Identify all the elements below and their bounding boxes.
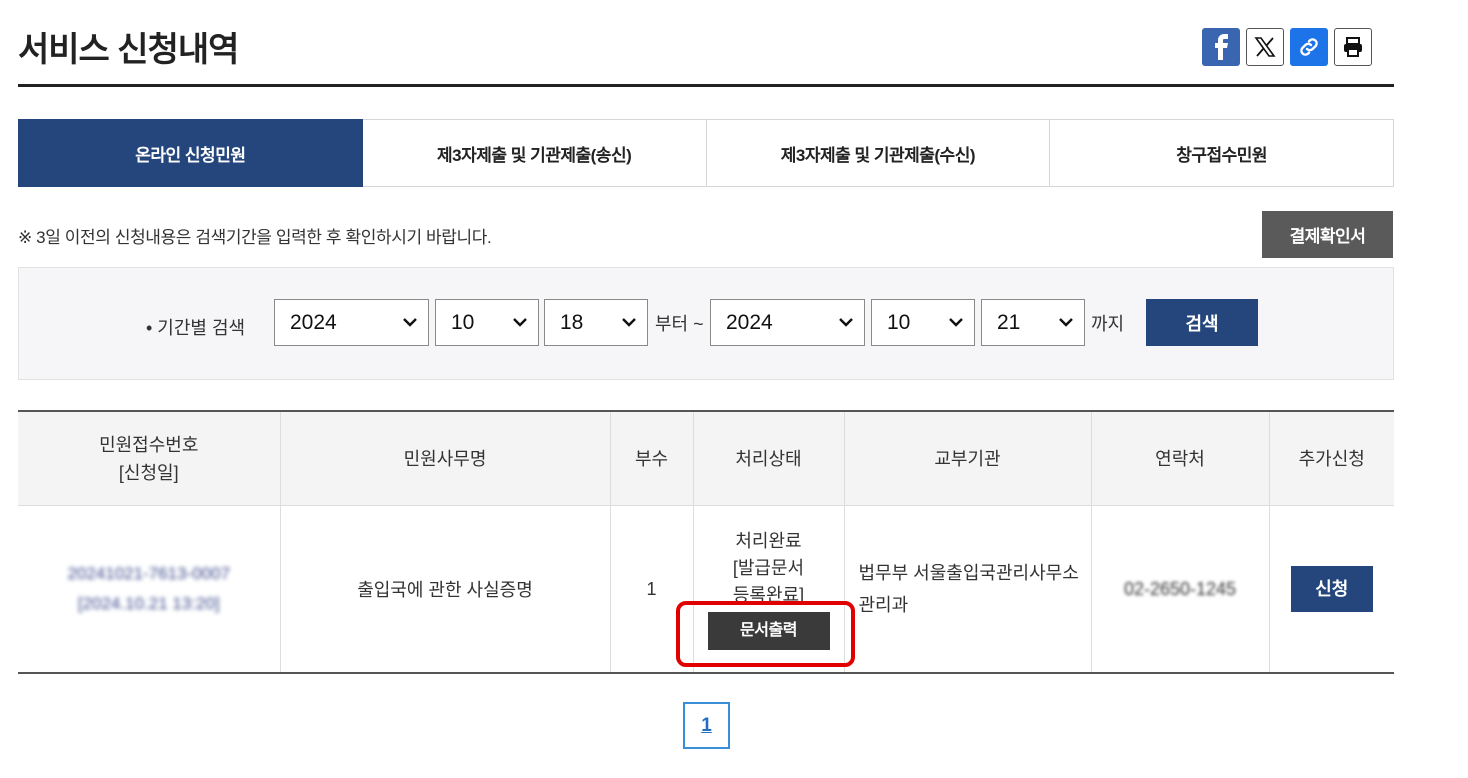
status-line: 등록완료] bbox=[732, 585, 805, 605]
tab-third-party-received[interactable]: 제3자제출 및 기관제출(수신) bbox=[706, 119, 1051, 187]
header-receipt-number-label: 민원접수번호 bbox=[99, 434, 199, 455]
header-copies: 부수 bbox=[610, 410, 694, 506]
cell-service-name: 출입국에 관한 사실증명 bbox=[280, 505, 611, 674]
cell-receipt-number: 20241021-7613-0007 [2024.10.21 13:20] bbox=[18, 505, 281, 674]
header-receipt-date-label: [신청일] bbox=[118, 462, 179, 483]
status-line: [발급문서 bbox=[732, 558, 805, 578]
x-twitter-icon[interactable] bbox=[1246, 28, 1284, 66]
payment-confirmation-button[interactable]: 결제확인서 bbox=[1262, 211, 1393, 258]
to-month-select[interactable]: 10 bbox=[871, 299, 975, 346]
from-year-select[interactable]: 2024 bbox=[274, 299, 429, 346]
tab-bar: 온라인 신청민원 제3자제출 및 기관제출(송신) 제3자제출 및 기관제출(수… bbox=[18, 119, 1394, 187]
tab-third-party-sent[interactable]: 제3자제출 및 기관제출(송신) bbox=[362, 119, 707, 187]
header-contact: 연락처 bbox=[1091, 410, 1270, 506]
chevron-down-icon bbox=[403, 318, 417, 327]
tab-online-application[interactable]: 온라인 신청민원 bbox=[18, 119, 363, 187]
from-month-select[interactable]: 10 bbox=[435, 299, 539, 346]
cell-contact: 02-2650-1245 bbox=[1091, 505, 1270, 674]
cell-additional-application: 신청 bbox=[1269, 505, 1394, 674]
contact-value: 02-2650-1245 bbox=[1123, 578, 1237, 599]
status-line: 처리완료 bbox=[735, 531, 802, 551]
facebook-icon[interactable] bbox=[1202, 28, 1240, 66]
title-divider bbox=[18, 84, 1394, 87]
pagination-page-1[interactable]: 1 bbox=[683, 702, 730, 749]
search-button[interactable]: 검색 bbox=[1146, 299, 1258, 346]
print-icon[interactable] bbox=[1334, 28, 1372, 66]
service-history-page: 서비스 신청내역 온라인 신청민원 제3자제출 및 기관제출(송신) 제3자제출… bbox=[0, 0, 1468, 778]
receipt-date-value: [2024.10.21 13:20] bbox=[77, 594, 220, 613]
link-icon[interactable] bbox=[1290, 28, 1328, 66]
application-history-table: 민원접수번호 [신청일] 민원사무명 부수 처리상태 교부기관 연락처 추가신청… bbox=[18, 410, 1394, 674]
to-month-value: 10 bbox=[887, 310, 911, 334]
chevron-down-icon bbox=[622, 318, 636, 327]
header-additional-application: 추가신청 bbox=[1269, 410, 1394, 506]
chevron-down-icon bbox=[839, 318, 853, 327]
cell-copies: 1 bbox=[610, 505, 694, 674]
share-toolbar bbox=[1202, 28, 1372, 66]
cell-status: 처리완료 [발급문서 등록완료] 문서출력 bbox=[693, 505, 845, 674]
from-day-value: 18 bbox=[560, 310, 584, 334]
from-suffix-label: 부터 ~ bbox=[655, 314, 704, 334]
chevron-down-icon bbox=[1059, 318, 1073, 327]
search-period-label: • 기간별 검색 bbox=[146, 318, 246, 338]
apply-button[interactable]: 신청 bbox=[1290, 566, 1373, 612]
header-receipt-number: 민원접수번호 [신청일] bbox=[18, 410, 281, 506]
print-document-button[interactable]: 문서출력 bbox=[707, 612, 830, 650]
table-row: 20241021-7613-0007 [2024.10.21 13:20] 출입… bbox=[18, 505, 1394, 674]
table-header-row: 민원접수번호 [신청일] 민원사무명 부수 처리상태 교부기관 연락처 추가신청 bbox=[18, 410, 1394, 506]
to-year-value: 2024 bbox=[726, 310, 773, 334]
cell-issuing-agency: 법무부 서울출입국관리사무소 관리과 bbox=[844, 505, 1092, 674]
chevron-down-icon bbox=[513, 318, 527, 327]
to-day-value: 21 bbox=[997, 310, 1021, 334]
from-year-value: 2024 bbox=[290, 310, 337, 334]
header-status: 처리상태 bbox=[693, 410, 845, 506]
from-month-value: 10 bbox=[451, 310, 475, 334]
to-suffix-label: 까지 bbox=[1091, 314, 1125, 334]
chevron-down-icon bbox=[949, 318, 963, 327]
receipt-number-value[interactable]: 20241021-7613-0007 bbox=[19, 559, 279, 589]
tab-counter-application[interactable]: 창구접수민원 bbox=[1050, 119, 1394, 187]
to-year-select[interactable]: 2024 bbox=[710, 299, 865, 346]
page-title: 서비스 신청내역 bbox=[18, 31, 239, 69]
from-day-select[interactable]: 18 bbox=[544, 299, 648, 346]
header-service-name: 민원사무명 bbox=[280, 410, 611, 506]
search-notice: ※ 3일 이전의 신청내용은 검색기간을 입력한 후 확인하시기 바랍니다. bbox=[18, 228, 492, 247]
header-issuing-agency: 교부기관 bbox=[844, 410, 1092, 506]
to-day-select[interactable]: 21 bbox=[981, 299, 1085, 346]
